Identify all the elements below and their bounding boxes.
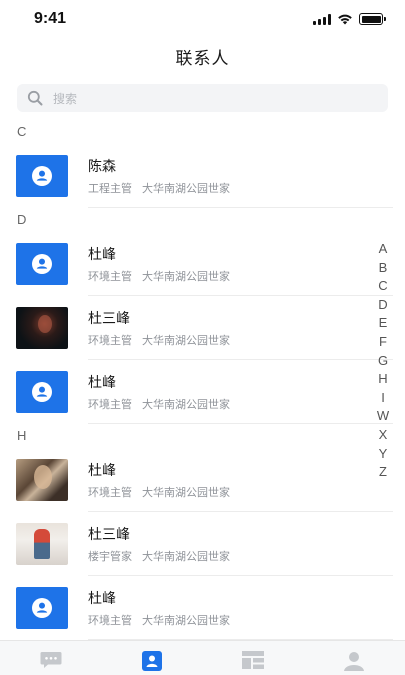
contact-location: 大华南湖公园世家 [142,182,230,195]
search-input[interactable]: 搜索 [17,84,388,112]
profile-icon [344,652,365,671]
default-avatar-icon [16,587,68,629]
contact-name: 杜三峰 [88,525,130,542]
message-icon [40,652,62,668]
contact-name: 杜三峰 [88,309,130,326]
index-letter[interactable]: Z [379,463,387,482]
index-letter[interactable]: B [379,259,388,278]
search-icon [27,90,43,106]
status-icons [313,13,386,25]
contact-role: 楼宇管家 [88,550,132,563]
index-letter[interactable]: E [379,314,388,333]
tab-dashboard[interactable] [203,641,304,675]
default-avatar-icon [16,371,68,413]
index-letter[interactable]: H [378,370,387,389]
index-letter[interactable]: F [379,333,387,352]
contact-row[interactable]: 杜峰 环境主管 大华南湖公园世家 [0,448,405,512]
section-header-d: D [0,208,405,232]
status-time: 9:41 [34,10,67,27]
search-bar: 搜索 [0,78,405,120]
navbar: 联系人 [0,40,405,78]
contact-row[interactable]: 杜峰 环境主管 大华南湖公园世家 [0,576,405,640]
index-letter[interactable]: G [378,352,388,371]
contact-name: 杜峰 [88,373,116,390]
status-bar: 9:41 [0,0,405,40]
contact-row[interactable]: 杜峰 环境主管 大华南湖公园世家 [0,232,405,296]
contacts-icon [141,651,162,671]
contact-location: 大华南湖公园世家 [142,398,230,411]
contact-row[interactable]: 杜峰 环境主管 大华南湖公园世家 [0,360,405,424]
index-letter[interactable]: I [381,389,385,408]
photo-avatar [16,523,68,565]
default-avatar-icon [16,155,68,197]
contact-role: 工程主管 [88,182,132,195]
contact-role: 环境主管 [88,334,132,347]
section-header-c: C [0,120,405,144]
tab-contacts[interactable] [101,641,202,675]
photo-avatar [16,307,68,349]
contact-location: 大华南湖公园世家 [142,550,230,563]
contact-row[interactable]: 杜三峰 楼宇管家 大华南湖公园世家 [0,512,405,576]
contact-row[interactable]: 陈森 工程主管 大华南湖公园世家 [0,144,405,208]
contact-role: 环境主管 [88,486,132,499]
dashboard-icon [242,651,265,669]
index-letter[interactable]: A [379,240,388,259]
contact-role: 环境主管 [88,270,132,283]
contact-name: 杜峰 [88,461,116,478]
contact-name: 杜峰 [88,589,116,606]
contact-name: 陈森 [88,157,116,174]
tab-bar [0,640,405,675]
index-letter[interactable]: C [378,277,387,296]
index-letter[interactable]: D [378,296,387,315]
contact-location: 大华南湖公园世家 [142,334,230,347]
search-placeholder: 搜索 [53,91,78,106]
page-title: 联系人 [175,49,230,68]
signal-icon [313,13,331,25]
index-letter[interactable]: X [379,426,388,445]
tab-messages[interactable] [0,641,101,675]
contact-list: C 陈森 工程主管 大华南湖公园世家 D 杜峰 环境主管 大华南湖公园世家 杜三峰 … [0,120,405,640]
alphabet-index[interactable]: A B C D E F G H I W X Y Z [375,240,391,482]
photo-avatar [16,459,68,501]
index-letter[interactable]: W [377,407,389,426]
index-letter[interactable]: Y [379,445,388,464]
section-header-h: H [0,424,405,448]
contact-name: 杜峰 [88,245,116,262]
battery-icon [359,13,386,25]
contact-row[interactable]: 杜三峰 环境主管 大华南湖公园世家 [0,296,405,360]
default-avatar-icon [16,243,68,285]
wifi-icon [338,14,352,25]
contact-role: 环境主管 [88,614,132,627]
contact-location: 大华南湖公园世家 [142,486,230,499]
tab-profile[interactable] [304,641,405,675]
contact-location: 大华南湖公园世家 [142,270,230,283]
contact-role: 环境主管 [88,398,132,411]
contact-location: 大华南湖公园世家 [142,614,230,627]
